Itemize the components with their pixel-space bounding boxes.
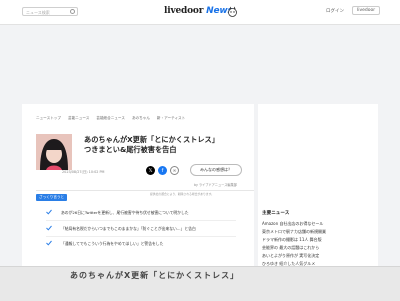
summary-text: あのが26日にTwitterを更新し、尾行被害や待ち伏せ被害について明かした (61, 210, 189, 215)
sidebar-news-item[interactable]: 芸能界の 最大の話題はこれから (262, 245, 319, 251)
divider (36, 190, 254, 191)
sidebar-news-item[interactable]: ドラマ新作の撮影は 11人 舞台版 (262, 237, 322, 243)
article-source[interactable]: by ライブドアニュース編集部 (194, 182, 237, 187)
sidebar-news-item[interactable]: あいとよがり原作が 実写化決定 (262, 253, 319, 259)
link-copy-icon[interactable]: ∞ (170, 166, 179, 175)
site-logo[interactable]: livedoor News (164, 6, 233, 18)
breadcrumb-item[interactable]: ニューストップ (36, 116, 61, 121)
article-date: 2023/08/27(日) 10:02 PM (62, 170, 105, 174)
ad-area (0, 25, 400, 99)
breadcrumb-item[interactable]: 芸能ニュース (68, 116, 89, 121)
bottom-banner[interactable]: あのちゃんがX更新「とにかくストレス」 (0, 266, 400, 301)
top-bar: ニュース検索 livedoor News ログイン livedoor (0, 0, 400, 25)
search-icon[interactable] (70, 9, 75, 14)
mascot-icon (228, 6, 237, 17)
bottom-banner-text: あのちゃんがX更新「とにかくストレス」 (70, 271, 240, 280)
sidebar-news-item[interactable]: Amazon 自社出店のお得なセール (262, 221, 323, 227)
x-share-icon[interactable]: 𝕏 (146, 166, 155, 175)
breadcrumb: ニューストップ 芸能ニュース 芸能総合ニュース あのちゃん 新・アーティスト (36, 116, 185, 121)
summary-badge: ざっくり言うと (36, 194, 68, 201)
title-line: つきまとい&尾行被害を告白 (84, 144, 177, 154)
comment-button[interactable]: みんなの感想は？ (190, 164, 242, 176)
divider (46, 220, 236, 221)
livedoor-account-button[interactable]: livedoor (352, 6, 381, 15)
sidebar-news-item[interactable]: 東京メトロで駅ナカ店舗の新規開業 (262, 229, 326, 235)
summary-text: 「結局有名税だからいつまでもこのままかな」「防ぐことが出来ない…」と告白 (61, 226, 196, 231)
article-title: あのちゃんがX更新「とにかくストレス」 つきまとい&尾行被害を告白 (84, 135, 254, 154)
search-input[interactable]: ニュース検索 (22, 7, 78, 16)
summary-text: 「通報してでもこういう行為をやめてほしい」と警告をした (61, 241, 164, 246)
summary-note: 提供社の都合により、削除される場合があります。 (150, 192, 214, 196)
comment-button-label: みんなの感想は？ (200, 167, 232, 172)
facebook-share-icon[interactable]: f (158, 166, 167, 175)
check-icon (46, 225, 52, 231)
divider (46, 236, 236, 237)
portrait-image (36, 134, 72, 170)
sidebar-heading: 主要ニュース (262, 211, 290, 216)
title-line: あのちゃんがX更新「とにかくストレス」 (84, 135, 219, 144)
breadcrumb-item[interactable]: 新・アーティスト (157, 116, 185, 121)
logo-main: livedoor (164, 6, 204, 16)
login-link[interactable]: ログイン (326, 8, 344, 14)
breadcrumb-item[interactable]: あのちゃん (132, 116, 150, 121)
article-photo[interactable] (36, 134, 72, 170)
check-icon (46, 240, 52, 246)
breadcrumb-item[interactable]: 芸能総合ニュース (96, 116, 125, 121)
search-placeholder: ニュース検索 (26, 10, 50, 15)
check-icon (46, 209, 52, 215)
